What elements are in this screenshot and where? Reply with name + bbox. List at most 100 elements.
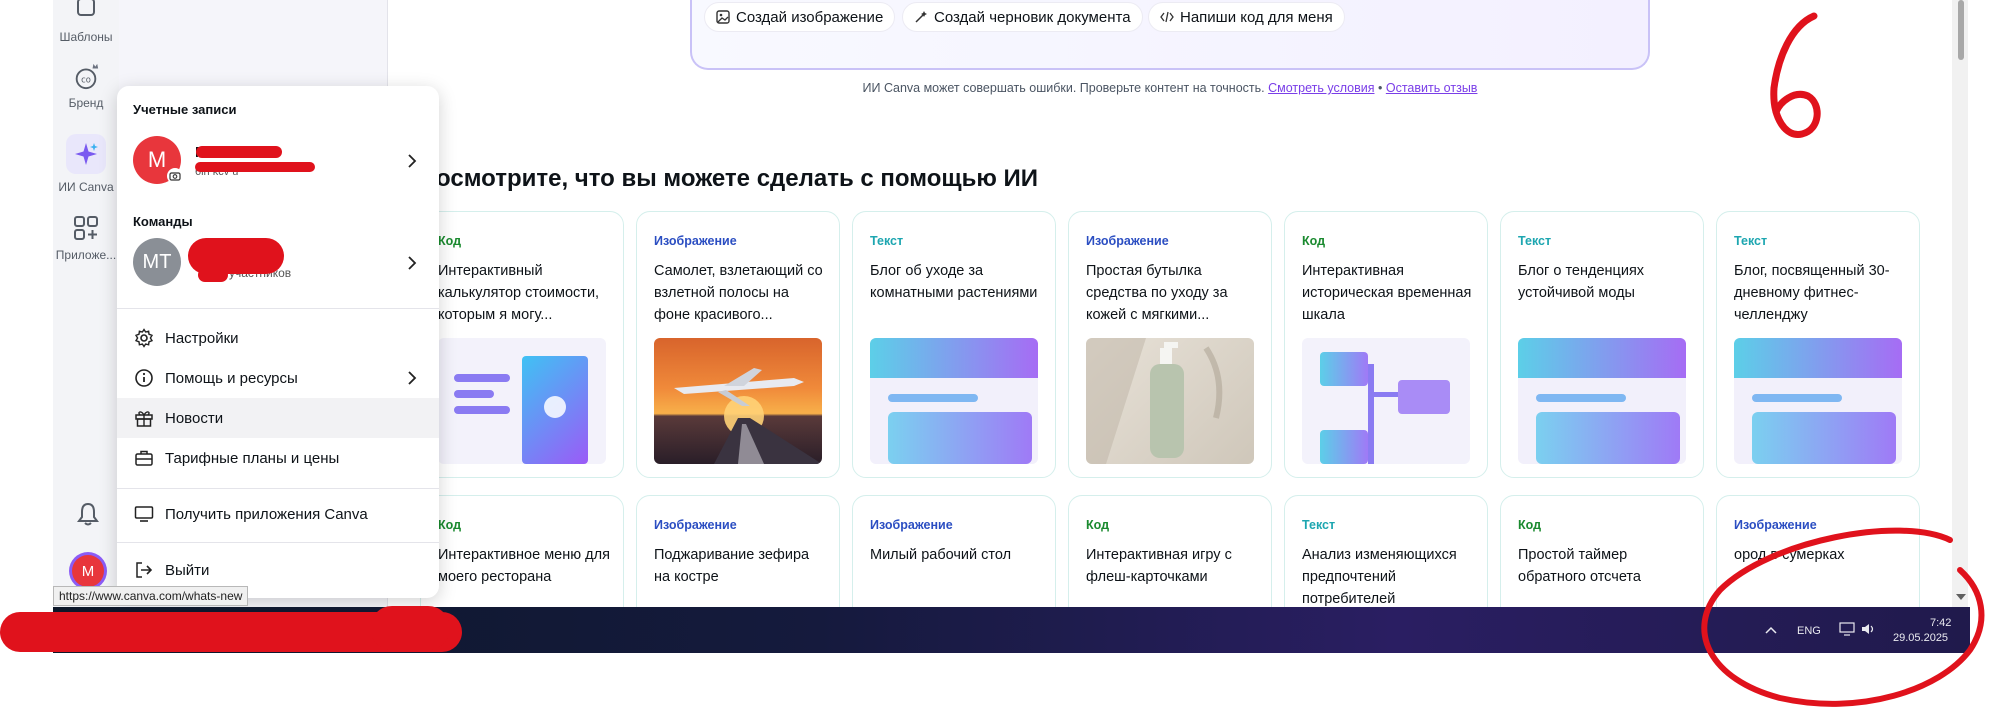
brand-icon: co	[75, 63, 99, 90]
avatar-letter: M	[72, 555, 104, 587]
card-description: Блог о тенденциях устойчивой моды	[1518, 263, 1645, 301]
annotation-number: 6	[1736, 8, 1836, 148]
screen: Шаблоны co Бренд ИИ Canva Приложе... M С…	[0, 0, 2002, 714]
teams-header: Команды	[133, 214, 193, 229]
card-tag: Код	[438, 518, 462, 532]
suggestion-card[interactable]: Текст Блог о тенденциях устойчивой моды	[1500, 211, 1704, 478]
redaction-scribble	[370, 606, 450, 650]
suggestion-card[interactable]: Изображение Простая бутылка средства по …	[1068, 211, 1272, 478]
menu-divider	[117, 308, 439, 309]
chevron-right-icon	[408, 154, 417, 168]
sidebar-item-label: Приложе...	[55, 248, 117, 262]
card-description: Поджаривание зефира на костре	[654, 547, 810, 585]
menu-item-plans[interactable]: Тарифные планы и цены	[117, 438, 439, 478]
disclaimer-separator: •	[1377, 81, 1383, 95]
magic-pen-icon	[915, 11, 927, 23]
sidebar-item-label: Шаблоны	[59, 30, 113, 44]
card-tag: Код	[438, 234, 462, 248]
sidebar-item-ai-canva[interactable]: ИИ Canva	[53, 134, 119, 194]
chip-create-draft[interactable]: Создай черновик документа	[902, 2, 1143, 32]
menu-item-help[interactable]: Помощь и ресурсы	[117, 358, 439, 398]
menu-item-label: Настройки	[165, 329, 239, 347]
card-description: Интерактивное меню для моего ресторана	[438, 547, 610, 585]
feedback-link[interactable]: Оставить отзыв	[1386, 81, 1478, 95]
info-icon	[133, 367, 155, 389]
accounts-header: Учетные записи	[133, 102, 237, 117]
section-title: осмотрите, что вы можете сделать с помощ…	[436, 165, 1039, 192]
sidebar-item-apps[interactable]: Приложе...	[53, 214, 119, 262]
card-tag: Изображение	[654, 518, 737, 532]
card-description: Простой таймер обратного отсчета	[1518, 547, 1641, 585]
menu-item-news[interactable]: Новости	[117, 398, 439, 438]
logout-icon	[133, 559, 155, 581]
card-thumbnail	[1734, 338, 1902, 464]
card-description: Простая бутылка средства по уходу за кож…	[1086, 263, 1228, 323]
apps-icon	[74, 216, 98, 240]
card-tag: Код	[1518, 518, 1542, 532]
card-thumbnail	[1302, 338, 1470, 464]
card-description: Самолет, взлетающий со взлетной полосы н…	[654, 263, 823, 323]
bell-icon[interactable]	[77, 502, 99, 526]
card-thumbnail-airplane	[654, 338, 822, 464]
chip-create-image[interactable]: Создай изображение	[704, 2, 896, 32]
suggestion-card[interactable]: Код Интерактивная историческая временная…	[1284, 211, 1488, 478]
status-url-tooltip: https://www.canva.com/whats-new	[53, 586, 249, 606]
card-description: Интерактивная историческая временная шка…	[1302, 263, 1472, 323]
chip-label: Напиши код для меня	[1180, 8, 1333, 26]
menu-item-settings[interactable]: Настройки	[117, 318, 439, 358]
templates-icon	[77, 0, 95, 16]
sidebar-item-templates[interactable]: Шаблоны	[53, 0, 119, 44]
suggestion-card[interactable]: Код Интерактивный калькулятор стоимости,…	[420, 211, 624, 478]
ai-prompt-box[interactable]: Создай изображение Создай черновик докум…	[690, 0, 1650, 70]
gift-icon	[133, 407, 155, 429]
card-tag: Текст	[1734, 234, 1768, 248]
redaction-scribble	[196, 146, 282, 158]
sidebar-item-label: Бренд	[68, 96, 104, 110]
suggestion-card[interactable]: Текст Блог об уходе за комнатными растен…	[852, 211, 1056, 478]
camera-icon[interactable]	[167, 168, 183, 184]
menu-item-logout[interactable]: Выйти	[117, 550, 439, 590]
menu-item-label: Новости	[165, 409, 224, 427]
suggestion-card[interactable]: Изображение Самолет, взлетающий со взлет…	[636, 211, 840, 478]
card-tag: Изображение	[1086, 234, 1169, 248]
menu-item-get-apps[interactable]: Получить приложения Canva	[117, 494, 439, 534]
menu-divider	[117, 488, 439, 489]
scrollbar-thumb[interactable]	[1958, 0, 1964, 60]
code-icon	[1160, 11, 1174, 23]
card-thumbnail	[438, 338, 606, 464]
terms-link[interactable]: Смотреть условия	[1268, 81, 1374, 95]
card-description: Милый рабочий стол	[870, 547, 1012, 563]
card-tag: Изображение	[870, 518, 953, 532]
suggestion-card[interactable]: Текст Блог, посвященный 30-дневному фитн…	[1716, 211, 1920, 478]
card-tag: Текст	[870, 234, 904, 248]
team-avatar: MT	[133, 238, 181, 286]
sidebar-item-brand[interactable]: co Бренд	[53, 62, 119, 110]
disclaimer-text: ИИ Canva может совершать ошибки. Проверь…	[862, 81, 1265, 95]
ai-disclaimer: ИИ Canva может совершать ошибки. Проверь…	[690, 81, 1650, 95]
menu-item-label: Получить приложения Canva	[165, 505, 368, 523]
gear-icon	[133, 327, 155, 349]
sidebar-item-label: ИИ Canva	[58, 180, 114, 194]
card-tag: Текст	[1518, 234, 1552, 248]
monitor-icon	[133, 503, 155, 525]
card-description: Интерактивный калькулятор стоимости, кот…	[438, 263, 600, 323]
user-avatar[interactable]: M	[69, 552, 107, 590]
chevron-right-icon	[408, 371, 417, 385]
chip-label: Создай изображение	[736, 8, 884, 26]
menu-divider	[117, 542, 439, 543]
redaction-scribble	[195, 162, 315, 172]
menu-item-label: Выйти	[165, 561, 210, 579]
briefcase-icon	[133, 447, 155, 469]
svg-text:co: co	[81, 75, 91, 85]
annotation-circle	[1701, 527, 1985, 707]
card-tag: Код	[1086, 518, 1110, 532]
card-thumbnail	[1518, 338, 1686, 464]
redaction-scribble	[198, 268, 228, 282]
card-tag: Код	[1302, 234, 1326, 248]
card-tag: Текст	[1302, 518, 1336, 532]
menu-item-label: Тарифные планы и цены	[165, 449, 340, 467]
image-icon	[716, 10, 730, 24]
page-scrollbar[interactable]	[1952, 0, 1968, 610]
card-description: Анализ изменяющихся предпочтений потреби…	[1302, 547, 1457, 607]
chip-write-code[interactable]: Напиши код для меня	[1148, 2, 1345, 32]
